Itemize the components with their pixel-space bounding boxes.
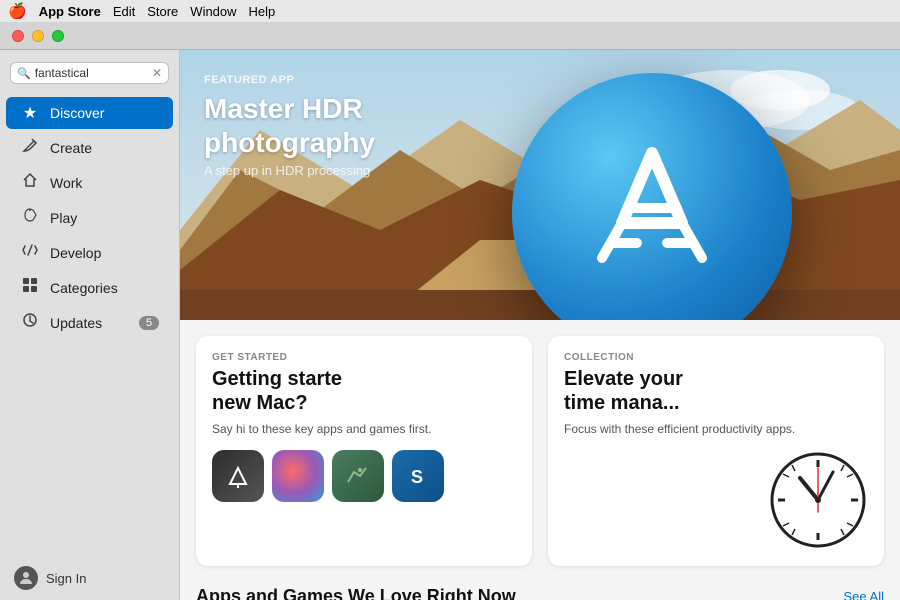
card-left-label: GET STARTED xyxy=(212,352,516,363)
edit-menu[interactable]: Edit xyxy=(113,4,135,19)
updates-badge: 5 xyxy=(139,316,159,330)
cards-row: GET STARTED Getting startenew Mac? Say h… xyxy=(180,320,900,566)
store-menu[interactable]: Store xyxy=(147,4,178,19)
help-menu[interactable]: Help xyxy=(249,4,276,19)
app-store-menu[interactable]: App Store xyxy=(39,4,101,19)
minimize-button[interactable] xyxy=(32,30,44,42)
card-right-label: COLLECTION xyxy=(564,352,868,363)
card-right-title: Elevate yourtime mana... xyxy=(564,367,868,415)
see-all-link[interactable]: See All xyxy=(844,589,884,600)
categories-icon xyxy=(20,277,40,298)
sidebar-item-label: Categories xyxy=(50,280,118,296)
avatar-icon xyxy=(14,566,38,590)
apps-section-header: Apps and Games We Love Right Now See All xyxy=(180,566,900,600)
card-getting-started[interactable]: GET STARTED Getting startenew Mac? Say h… xyxy=(196,336,532,566)
clock-container xyxy=(564,450,868,550)
app-store-icon-overlay xyxy=(512,73,792,320)
sign-in-button[interactable]: Sign In xyxy=(0,556,179,600)
app-body: 🔍 ✕ ★ Discover Create Work xyxy=(0,50,900,600)
app-store-circle xyxy=(512,73,792,320)
sidebar-item-work[interactable]: Work xyxy=(6,166,173,199)
clear-search-button[interactable]: ✕ xyxy=(152,67,162,79)
sidebar-item-label: Work xyxy=(50,175,82,191)
hero-banner[interactable]: FEATURED APP Master HDRphotography A ste… xyxy=(180,50,900,320)
sidebar-item-label: Discover xyxy=(50,105,104,121)
card-right-desc: Focus with these efficient productivity … xyxy=(564,421,868,438)
sidebar-item-develop[interactable]: Develop xyxy=(6,236,173,269)
apple-menu[interactable]: 🍎 xyxy=(8,2,27,20)
sidebar-item-label: Updates xyxy=(50,315,102,331)
search-bar[interactable]: 🔍 ✕ xyxy=(10,62,169,84)
app-icon-marble xyxy=(272,450,324,502)
sidebar-item-label: Create xyxy=(50,140,92,156)
sidebar-item-play[interactable]: Play xyxy=(6,201,173,234)
title-bar xyxy=(0,22,900,50)
work-icon xyxy=(20,172,40,193)
close-button[interactable] xyxy=(12,30,24,42)
play-icon xyxy=(20,207,40,228)
sign-in-label: Sign In xyxy=(46,571,86,586)
card-left-icons: S xyxy=(212,450,516,502)
discover-icon: ★ xyxy=(20,103,40,123)
clock-face xyxy=(768,450,868,550)
menu-bar: 🍎 App Store Edit Store Window Help xyxy=(0,0,900,22)
sidebar: 🔍 ✕ ★ Discover Create Work xyxy=(0,50,180,600)
create-icon xyxy=(20,137,40,158)
app-icon-green xyxy=(332,450,384,502)
sidebar-item-label: Develop xyxy=(50,245,101,261)
maximize-button[interactable] xyxy=(52,30,64,42)
sidebar-item-discover[interactable]: ★ Discover xyxy=(6,97,173,129)
search-icon: 🔍 xyxy=(17,67,31,80)
card-time-management[interactable]: COLLECTION Elevate yourtime mana... Focu… xyxy=(548,336,884,566)
updates-icon xyxy=(20,312,40,333)
card-left-title: Getting startenew Mac? xyxy=(212,367,516,415)
develop-icon xyxy=(20,242,40,263)
sidebar-item-updates[interactable]: Updates 5 xyxy=(6,306,173,339)
sidebar-item-categories[interactable]: Categories xyxy=(6,271,173,304)
app-icon-scribd: S xyxy=(392,450,444,502)
search-input[interactable] xyxy=(35,66,148,80)
main-content: FEATURED APP Master HDRphotography A ste… xyxy=(180,50,900,600)
hero-text-overlay: FEATURED APP Master HDRphotography A ste… xyxy=(204,74,375,178)
hero-subtitle: A step up in HDR processing xyxy=(204,163,375,178)
main-window: 🔍 ✕ ★ Discover Create Work xyxy=(0,22,900,600)
hero-label: FEATURED APP xyxy=(204,74,375,86)
app-icon-arrow xyxy=(212,450,264,502)
sidebar-item-create[interactable]: Create xyxy=(6,131,173,164)
hero-title: Master HDRphotography xyxy=(204,92,375,159)
window-menu[interactable]: Window xyxy=(190,4,236,19)
sidebar-item-label: Play xyxy=(50,210,77,226)
card-left-desc: Say hi to these key apps and games first… xyxy=(212,421,516,438)
svg-text:S: S xyxy=(411,467,423,487)
apps-section-title: Apps and Games We Love Right Now xyxy=(196,586,516,600)
